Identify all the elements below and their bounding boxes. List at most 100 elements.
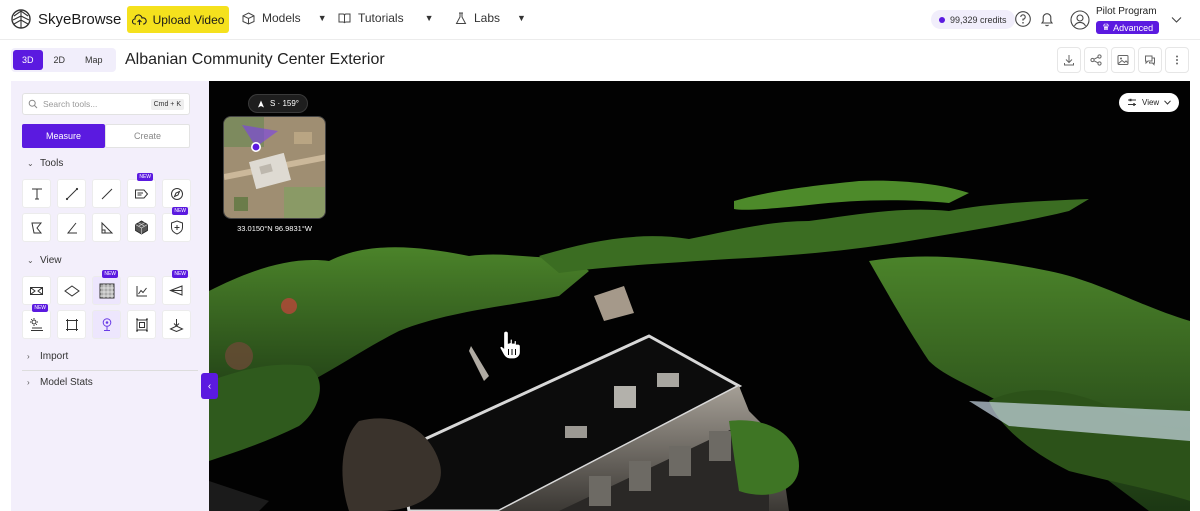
collapse-sidebar-button[interactable]: ‹ xyxy=(201,373,218,399)
create-mode-button[interactable]: Create xyxy=(105,124,190,148)
view-mode-toggle: 3D 2D Map xyxy=(11,48,116,72)
texture-tool[interactable]: NEW xyxy=(92,270,121,305)
chevron-down-icon xyxy=(1164,100,1172,105)
compass-tool[interactable] xyxy=(162,179,191,208)
brand-logo[interactable]: SkyeBrowse xyxy=(10,8,121,30)
flask-icon xyxy=(455,12,467,24)
nav-tutorials[interactable]: Tutorials ▼ xyxy=(338,11,434,25)
crop-box-tool[interactable] xyxy=(57,310,86,339)
bounding-box-tool[interactable] xyxy=(127,310,156,339)
search-shortcut: Cmd + K xyxy=(150,98,184,110)
view-section-label: View xyxy=(40,255,62,266)
shield-plus-tool[interactable]: NEW xyxy=(162,207,191,242)
nav-models-label: Models xyxy=(262,11,301,25)
user-menu[interactable]: Pilot Program ♛ Advanced xyxy=(1070,6,1182,35)
plane-tool[interactable] xyxy=(57,276,86,305)
point-cloud-scene[interactable] xyxy=(209,81,1190,511)
lighting-icon xyxy=(30,318,43,331)
tools-section-toggle[interactable]: ⌄ Tools xyxy=(27,158,63,169)
page-title: Albanian Community Center Exterior xyxy=(125,51,385,68)
tools-sidebar: Search tools... Cmd + K Measure Create ⌄… xyxy=(11,81,209,511)
angle-tool[interactable] xyxy=(57,213,86,242)
right-triangle-icon xyxy=(101,221,113,233)
lighting-tool[interactable]: NEW xyxy=(22,304,51,339)
download-button[interactable] xyxy=(1057,47,1081,73)
image-icon xyxy=(1117,55,1129,65)
share-button[interactable] xyxy=(1084,47,1108,73)
view-options-label: View xyxy=(1142,98,1160,107)
polygon-icon xyxy=(30,222,42,233)
view-section-toggle[interactable]: ⌄ View xyxy=(27,255,62,266)
model-toolbar: 3D 2D Map Albanian Community Center Exte… xyxy=(0,40,1200,81)
book-icon xyxy=(338,13,351,24)
caret-down-icon: ▼ xyxy=(424,13,434,23)
pin-tool[interactable] xyxy=(92,310,121,339)
cloud-upload-icon xyxy=(131,13,147,25)
slope-line-icon xyxy=(101,188,112,199)
new-badge: NEW xyxy=(102,270,118,278)
chevron-down-icon: ⌄ xyxy=(27,159,34,168)
import-section-toggle[interactable]: › Import xyxy=(27,351,68,362)
volume-tool[interactable] xyxy=(127,213,156,242)
plane-icon xyxy=(63,284,80,297)
ground-tool[interactable] xyxy=(162,310,191,339)
chevron-right-icon: › xyxy=(27,378,30,387)
nav-labs-label: Labs xyxy=(474,11,501,25)
mode-switch: Measure Create xyxy=(22,124,190,148)
help-icon[interactable] xyxy=(1014,10,1032,28)
angle-icon xyxy=(66,222,77,233)
credits-badge[interactable]: 99,329 credits xyxy=(931,10,1015,29)
search-icon xyxy=(28,99,38,109)
nav-labs[interactable]: Labs ▼ xyxy=(455,11,526,25)
caret-down-icon: ▼ xyxy=(517,13,526,23)
tab-3d[interactable]: 3D xyxy=(13,50,43,70)
image-button[interactable] xyxy=(1111,47,1135,73)
polygon-tool[interactable] xyxy=(22,213,51,242)
pin-icon xyxy=(102,318,111,331)
heading-indicator[interactable]: S · 159° xyxy=(248,94,308,113)
more-options-button[interactable] xyxy=(1165,47,1189,73)
annotation-tool[interactable]: NEW xyxy=(127,173,156,208)
tab-map[interactable]: Map xyxy=(76,50,112,70)
navigation-arrow-icon xyxy=(258,100,264,107)
location-minimap[interactable] xyxy=(223,116,326,219)
brand-name: SkyeBrowse xyxy=(38,10,122,28)
search-input[interactable]: Search tools... xyxy=(43,99,146,109)
crown-icon: ♛ xyxy=(1102,22,1111,32)
right-triangle-tool[interactable] xyxy=(92,213,121,242)
tool-search[interactable]: Search tools... Cmd + K xyxy=(22,93,190,115)
camera-cone-icon xyxy=(169,285,183,296)
slope-line-tool[interactable] xyxy=(92,179,121,208)
cross-section-icon xyxy=(30,286,43,295)
bell-icon[interactable] xyxy=(1038,10,1056,28)
comments-button[interactable] xyxy=(1138,47,1162,73)
upload-video-label: Upload Video xyxy=(152,12,225,27)
nav-models[interactable]: Models ▼ xyxy=(242,11,327,25)
text-icon xyxy=(31,188,42,199)
text-tool[interactable] xyxy=(22,179,51,208)
model-stats-section-toggle[interactable]: › Model Stats xyxy=(27,377,93,388)
top-navigation: SkyeBrowse Upload Video Models ▼ Tutoria… xyxy=(0,0,1200,40)
measure-mode-button[interactable]: Measure xyxy=(22,124,105,148)
compass-icon xyxy=(170,187,183,200)
camera-cone-tool[interactable]: NEW xyxy=(162,270,191,305)
model-viewport[interactable]: S · 159° 33.0150°N 96.9831°W View xyxy=(209,81,1190,511)
cross-section-tool[interactable] xyxy=(22,276,51,305)
caret-down-icon: ▼ xyxy=(317,13,327,23)
annotation-icon xyxy=(135,189,149,198)
download-icon xyxy=(1064,55,1074,66)
elevation-chart-tool[interactable] xyxy=(127,276,156,305)
upload-video-button[interactable]: Upload Video xyxy=(127,6,229,33)
cube-icon xyxy=(242,11,255,25)
line-measure-icon xyxy=(65,187,78,200)
credits-value: 99,329 credits xyxy=(950,14,1007,25)
texture-icon xyxy=(99,283,114,298)
model-stats-section-label: Model Stats xyxy=(40,377,93,388)
hand-pointer-icon xyxy=(499,330,522,360)
coordinates-readout: 33.0150°N 96.9831°W xyxy=(237,224,312,233)
chevron-left-icon: ‹ xyxy=(207,380,212,392)
view-options-button[interactable]: View xyxy=(1119,93,1180,112)
line-measure-tool[interactable] xyxy=(57,179,86,208)
tab-2d[interactable]: 2D xyxy=(45,50,75,70)
new-badge: NEW xyxy=(172,207,188,215)
